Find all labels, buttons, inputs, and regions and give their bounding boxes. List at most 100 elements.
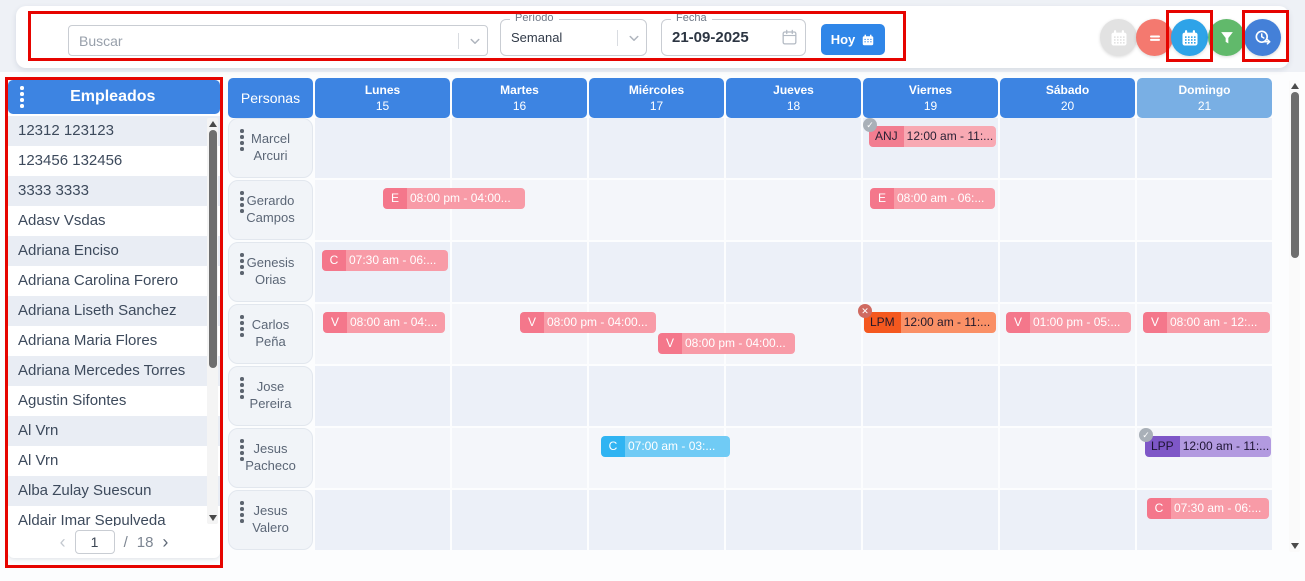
date-field[interactable]: Fecha 21-09-2025: [661, 19, 806, 56]
person-card[interactable]: Carlos Peña: [228, 304, 313, 364]
schedule-cell[interactable]: [863, 490, 998, 550]
day-number: 15: [376, 99, 389, 113]
scroll-up-icon[interactable]: [209, 121, 217, 127]
period-select[interactable]: Período Semanal: [500, 19, 647, 56]
schedule-cell[interactable]: [1000, 490, 1135, 550]
schedule-cell[interactable]: [1137, 366, 1272, 426]
page-prev-icon[interactable]: ‹: [60, 533, 66, 551]
shift-chip[interactable]: C07:30 am - 06:...: [322, 250, 448, 271]
scroll-down-icon[interactable]: [209, 515, 217, 521]
shift-chip[interactable]: V08:00 pm - 04:00...: [520, 312, 656, 333]
schedule-cell[interactable]: [863, 366, 998, 426]
schedule-cell[interactable]: [452, 242, 587, 302]
employee-list-scrollbar[interactable]: [207, 118, 218, 524]
person-card[interactable]: Genesis Orias: [228, 242, 313, 302]
scrollbar-thumb[interactable]: [209, 130, 217, 368]
employee-list-item[interactable]: Adriana Mercedes Torres: [8, 356, 220, 386]
page-next-icon[interactable]: ›: [162, 533, 168, 551]
schedule-cell[interactable]: [726, 490, 861, 550]
shift-chip[interactable]: E08:00 am - 06:...: [870, 188, 995, 209]
grid-scrollbar[interactable]: [1289, 80, 1300, 552]
schedule-cell[interactable]: [315, 366, 450, 426]
schedule-cell[interactable]: [1137, 242, 1272, 302]
schedule-cell[interactable]: [1000, 366, 1135, 426]
employee-list-item[interactable]: Adriana Enciso: [8, 236, 220, 266]
schedule-cell[interactable]: [863, 428, 998, 488]
schedule-cell[interactable]: [726, 242, 861, 302]
employee-list-item[interactable]: Adriana Liseth Sanchez: [8, 296, 220, 326]
schedule-cell[interactable]: [1000, 118, 1135, 178]
schedule-cell[interactable]: [1137, 180, 1272, 240]
employee-list-item[interactable]: Adasv Vsdas: [8, 206, 220, 236]
employee-list-item[interactable]: Alba Zulay Suescun: [8, 476, 220, 506]
shift-chip[interactable]: ANJ12:00 am - 11:...✓: [869, 126, 996, 147]
drag-handle-icon[interactable]: [14, 82, 30, 112]
shift-chip[interactable]: V08:00 am - 04:...: [323, 312, 445, 333]
shift-chip[interactable]: C07:30 am - 06:...: [1147, 498, 1269, 519]
employee-list-item[interactable]: Agustin Sifontes: [8, 386, 220, 416]
scrollbar-thumb[interactable]: [1291, 92, 1299, 258]
chevron-down-icon[interactable]: [463, 29, 487, 53]
schedule-cell[interactable]: [452, 490, 587, 550]
shift-chip[interactable]: V08:00 pm - 04:00...: [658, 333, 795, 354]
schedule-cell[interactable]: [1000, 428, 1135, 488]
scroll-down-icon[interactable]: [1291, 543, 1299, 549]
schedule-cell[interactable]: [1137, 118, 1272, 178]
person-card[interactable]: Gerardo Campos: [228, 180, 313, 240]
employee-list-item[interactable]: Al Vrn: [8, 416, 220, 446]
person-card[interactable]: Jesus Pacheco: [228, 428, 313, 488]
schedule-cell[interactable]: [452, 366, 587, 426]
rejected-x-icon[interactable]: ✕: [858, 304, 872, 318]
filter-icon: [1217, 28, 1237, 48]
schedule-cell[interactable]: [315, 428, 450, 488]
person-card[interactable]: Jose Pereira: [228, 366, 313, 426]
employee-list-item[interactable]: 3333 3333: [8, 176, 220, 206]
schedule-cell[interactable]: [589, 366, 724, 426]
person-name: Jesus Pacheco: [229, 429, 312, 487]
schedule-cell[interactable]: [315, 490, 450, 550]
schedule-cell[interactable]: [589, 118, 724, 178]
employee-list-item[interactable]: Adriana Carolina Forero: [8, 266, 220, 296]
today-button[interactable]: Hoy: [821, 24, 885, 55]
employee-list-item[interactable]: 12312 123123: [8, 116, 220, 146]
menu-button[interactable]: [1136, 19, 1173, 56]
schedule-cell[interactable]: [1000, 180, 1135, 240]
shift-chip[interactable]: LPP12:00 am - 11:...✓: [1145, 436, 1271, 457]
shift-chip[interactable]: E08:00 pm - 04:00...: [383, 188, 525, 209]
schedule-cell[interactable]: [726, 428, 861, 488]
schedule-cell[interactable]: [589, 180, 724, 240]
filter-button[interactable]: [1208, 19, 1245, 56]
approved-check-icon[interactable]: ✓: [1139, 428, 1153, 442]
calendar-button[interactable]: [1171, 19, 1208, 56]
approved-check-icon[interactable]: ✓: [863, 118, 877, 132]
schedule-cell[interactable]: [589, 242, 724, 302]
shift-time-button[interactable]: [1244, 19, 1281, 56]
schedule-cell[interactable]: [726, 366, 861, 426]
chevron-down-icon[interactable]: [622, 26, 646, 50]
employee-list-item[interactable]: 123456 132456: [8, 146, 220, 176]
employee-list-item[interactable]: Al Vrn: [8, 446, 220, 476]
shift-code-badge: V: [520, 312, 544, 333]
employee-list-item[interactable]: Aldair Imar Sepulveda: [8, 506, 220, 526]
calendar-outline-icon[interactable]: [777, 26, 801, 50]
schedule-cell[interactable]: [726, 118, 861, 178]
shift-chip[interactable]: LPM12:00 am - 11:...✕: [864, 312, 996, 333]
schedule-cell[interactable]: [726, 180, 861, 240]
schedule-cell[interactable]: [452, 118, 587, 178]
shift-chip[interactable]: V01:00 pm - 05:...: [1006, 312, 1131, 333]
shift-chip[interactable]: C07:00 am - 03:...: [601, 436, 730, 457]
person-name: Jose Pereira: [229, 367, 312, 425]
page-number-input[interactable]: [75, 530, 115, 554]
person-card[interactable]: Marcel Arcuri: [228, 118, 313, 178]
shift-chip[interactable]: V08:00 am - 12:...: [1143, 312, 1270, 333]
schedule-cell[interactable]: [452, 428, 587, 488]
employee-list-item[interactable]: Adriana Maria Flores: [8, 326, 220, 356]
schedule-cell[interactable]: [863, 242, 998, 302]
calendar-disabled-button[interactable]: [1100, 19, 1137, 56]
person-card[interactable]: Jesus Valero: [228, 490, 313, 550]
search-input[interactable]: [69, 33, 454, 49]
schedule-cell[interactable]: [315, 118, 450, 178]
schedule-cell[interactable]: [1000, 242, 1135, 302]
scroll-up-icon[interactable]: [1291, 83, 1299, 89]
schedule-cell[interactable]: [589, 490, 724, 550]
